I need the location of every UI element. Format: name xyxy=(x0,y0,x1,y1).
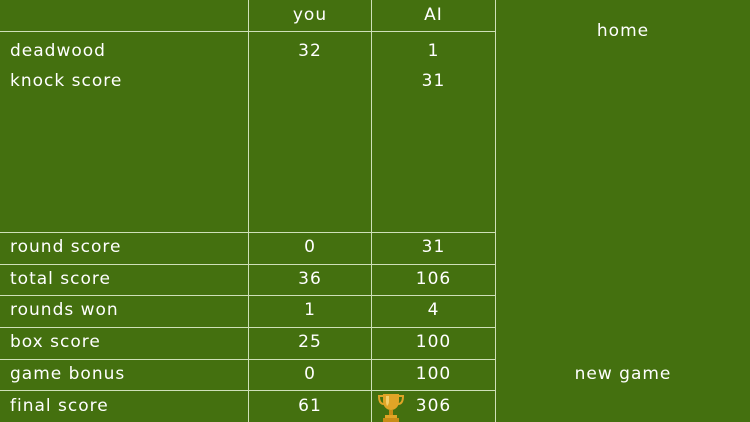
row-divider xyxy=(0,264,496,265)
row-label-box-score: box score xyxy=(10,332,101,352)
you-final-score: 61 xyxy=(298,396,322,416)
row-divider xyxy=(0,295,496,296)
row-divider xyxy=(0,232,496,233)
you-deadwood: 32 xyxy=(298,41,322,61)
you-rounds-won: 1 xyxy=(304,300,316,320)
row-label-rounds-won: rounds won xyxy=(10,300,119,320)
ai-rounds-won: 4 xyxy=(427,300,440,320)
ai-deadwood: 1 xyxy=(427,41,440,61)
trophy-icon xyxy=(378,394,404,422)
row-divider xyxy=(0,327,496,328)
home-button[interactable]: home xyxy=(496,21,750,41)
ai-total-score: 106 xyxy=(415,269,452,289)
ai-final-score: 306 xyxy=(415,396,452,416)
row-divider xyxy=(0,359,496,360)
ai-knock-score: 31 xyxy=(421,71,446,91)
you-round-score: 0 xyxy=(304,237,316,257)
row-label-game-bonus: game bonus xyxy=(10,364,126,384)
score-board: you AI deadwood 32 1 knock score 31 roun… xyxy=(0,0,750,422)
column-header-you: you xyxy=(292,5,328,25)
you-total-score: 36 xyxy=(298,269,322,289)
row-label-deadwood: deadwood xyxy=(10,41,106,61)
row-label-total-score: total score xyxy=(10,269,111,289)
new-game-button[interactable]: new game xyxy=(496,364,750,384)
you-game-bonus: 0 xyxy=(304,364,316,384)
row-label-knock-score: knock score xyxy=(10,71,123,91)
row-label-final-score: final score xyxy=(10,396,109,416)
row-divider xyxy=(0,31,496,32)
ai-round-score: 31 xyxy=(421,237,446,257)
row-divider xyxy=(0,390,496,391)
ai-box-score: 100 xyxy=(415,332,452,352)
you-box-score: 25 xyxy=(298,332,322,352)
row-label-round-score: round score xyxy=(10,237,122,257)
column-header-ai: AI xyxy=(424,5,443,25)
ai-game-bonus: 100 xyxy=(415,364,452,384)
